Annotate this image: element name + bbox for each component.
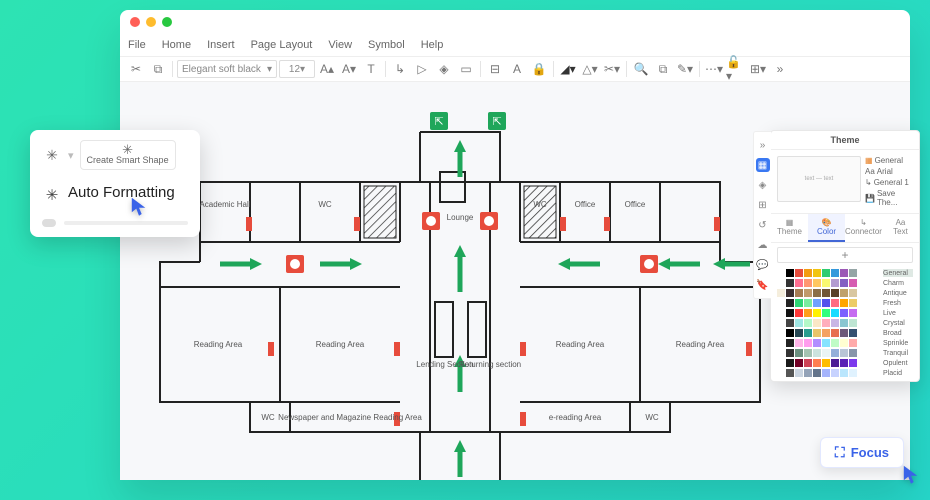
minimize-icon[interactable]	[146, 17, 156, 27]
tab-theme[interactable]: ▦Theme	[771, 214, 808, 242]
cut-icon[interactable]: ✂	[126, 59, 146, 79]
toolbar: ✂ ⧉ Elegant soft black▾ 12 ▾ A▴ A▾ T ↳ ▷…	[120, 56, 910, 82]
menu-home[interactable]: Home	[162, 39, 191, 51]
palette-antique[interactable]: Antique	[777, 289, 913, 297]
autoformat-label: Auto Formatting	[68, 184, 175, 201]
text-icon[interactable]: T	[361, 59, 381, 79]
palette-live[interactable]: Live	[777, 309, 913, 317]
strip-comment-icon[interactable]: 💬	[756, 258, 770, 272]
palette-charm[interactable]: Charm	[777, 279, 913, 287]
label-wc2: WC	[533, 200, 547, 209]
label-newspaper: Newspaper and Magazine Reading Area	[278, 413, 422, 422]
shape-icon[interactable]: ▭	[456, 59, 476, 79]
lock-icon[interactable]: 🔒	[529, 59, 549, 79]
autoformat-icon: ✳	[42, 185, 62, 205]
label-office2: Office	[625, 200, 646, 209]
strip-tag-icon[interactable]: 🔖	[756, 278, 770, 292]
create-smart-shape-button[interactable]: ✳ Create Smart Shape	[80, 140, 176, 170]
maximize-icon[interactable]	[162, 17, 172, 27]
palette-opulent[interactable]: Opulent	[777, 359, 913, 367]
outline-icon[interactable]: △▾	[580, 59, 600, 79]
label-academic: Academic Hall	[199, 200, 250, 209]
palette-fresh[interactable]: Fresh	[777, 299, 913, 307]
strip-layers-icon[interactable]: ◈	[756, 178, 770, 192]
font-plus-icon[interactable]: A▴	[317, 59, 337, 79]
focus-icon: ⛶	[835, 444, 845, 461]
focus-button[interactable]: ⛶ Focus	[820, 437, 904, 468]
menu-view[interactable]: View	[328, 39, 352, 51]
label-reading2: Reading Area	[316, 340, 365, 349]
toggle[interactable]	[42, 219, 56, 227]
menu-pagelayout[interactable]: Page Layout	[251, 39, 313, 51]
font-size-select[interactable]: 12 ▾	[279, 60, 315, 78]
strip-history-icon[interactable]: ↺	[756, 218, 770, 232]
label-wc: WC	[318, 200, 332, 209]
layer-icon[interactable]: ◈	[434, 59, 454, 79]
lock2-icon[interactable]: 🔓▾	[726, 59, 746, 79]
svg-text:⇱: ⇱	[492, 116, 501, 128]
opt-save[interactable]: 💾Save The...	[865, 189, 913, 207]
palette-broad[interactable]: Broad	[777, 329, 913, 337]
strip-theme-icon[interactable]: ▦	[756, 158, 770, 172]
replace-icon[interactable]: ⧉	[653, 59, 673, 79]
palette-sprinkle[interactable]: Sprinkle	[777, 339, 913, 347]
theme-panel: » ▦ ◈ ⊞ ↺ ☁ 💬 🔖 Theme text — text ▦Gener…	[770, 130, 920, 382]
overflow-icon[interactable]: »	[770, 59, 790, 79]
autoformat-popup: ✳ ▾ ✳ Create Smart Shape ✳ Auto Formatti…	[30, 130, 200, 237]
tab-color[interactable]: 🎨Color	[808, 214, 845, 242]
cursor2-icon	[902, 464, 920, 486]
crop-icon[interactable]: ✂▾	[602, 59, 622, 79]
cursor-icon	[130, 196, 148, 218]
label-reading1: Reading Area	[194, 340, 243, 349]
strip-expand-icon[interactable]: »	[756, 138, 770, 152]
titlebar	[120, 10, 910, 34]
more1-icon[interactable]: ⋯▾	[704, 59, 724, 79]
tab-text[interactable]: AaText	[882, 214, 919, 242]
pointer-icon[interactable]: ▷	[412, 59, 432, 79]
floor-plan: ⇱ ⇱	[140, 92, 780, 480]
label-returning: Returning section	[459, 360, 521, 369]
add-theme-button[interactable]: +	[777, 247, 913, 263]
label-lounge: Lounge	[447, 213, 474, 222]
opt-general[interactable]: ▦General	[865, 156, 913, 165]
label-wc4: WC	[645, 413, 659, 422]
label-ereading: e-reading Area	[549, 413, 602, 422]
svg-text:⇱: ⇱	[434, 116, 443, 128]
tab-connector[interactable]: ↳Connector	[845, 214, 882, 242]
theme-title: Theme	[771, 131, 919, 150]
strip-layout-icon[interactable]: ⊞	[756, 198, 770, 212]
label-wc3: WC	[261, 413, 275, 422]
palette-general[interactable]: General	[777, 269, 913, 277]
theme-preview[interactable]: text — text	[777, 156, 861, 202]
palette-crystal[interactable]: Crystal	[777, 319, 913, 327]
strip-cloud-icon[interactable]: ☁	[756, 238, 770, 252]
label-reading4: Reading Area	[676, 340, 725, 349]
menu-help[interactable]: Help	[421, 39, 444, 51]
palette-list: General Charm Antique Fresh Live Crystal Broad…	[771, 267, 919, 381]
label-office1: Office	[575, 200, 596, 209]
font-minus-icon[interactable]: A▾	[339, 59, 359, 79]
menu-insert[interactable]: Insert	[207, 39, 235, 51]
search-icon[interactable]: 🔍	[631, 59, 651, 79]
pen-icon[interactable]: ✎▾	[675, 59, 695, 79]
menu-file[interactable]: File	[128, 39, 146, 51]
font-style-icon[interactable]: A	[507, 59, 527, 79]
connector-icon[interactable]: ↳	[390, 59, 410, 79]
sparkle-icon[interactable]: ✳	[42, 145, 62, 165]
palette-tranquil[interactable]: Tranquil	[777, 349, 913, 357]
menu-bar: File Home Insert Page Layout View Symbol…	[120, 34, 910, 56]
menu-symbol[interactable]: Symbol	[368, 39, 405, 51]
side-strip: » ▦ ◈ ⊞ ↺ ☁ 💬 🔖	[753, 131, 771, 299]
slider[interactable]	[64, 221, 188, 225]
fill-icon[interactable]: ◢▾	[558, 59, 578, 79]
opt-arial[interactable]: AaArial	[865, 167, 913, 176]
label-reading3: Reading Area	[556, 340, 605, 349]
opt-general1[interactable]: ↳General 1	[865, 178, 913, 187]
close-icon[interactable]	[130, 17, 140, 27]
copy-icon[interactable]: ⧉	[148, 59, 168, 79]
palette-placid[interactable]: Placid	[777, 369, 913, 377]
font-select[interactable]: Elegant soft black▾	[177, 60, 277, 78]
grid-icon[interactable]: ⊞▾	[748, 59, 768, 79]
align-icon[interactable]: ⊟	[485, 59, 505, 79]
